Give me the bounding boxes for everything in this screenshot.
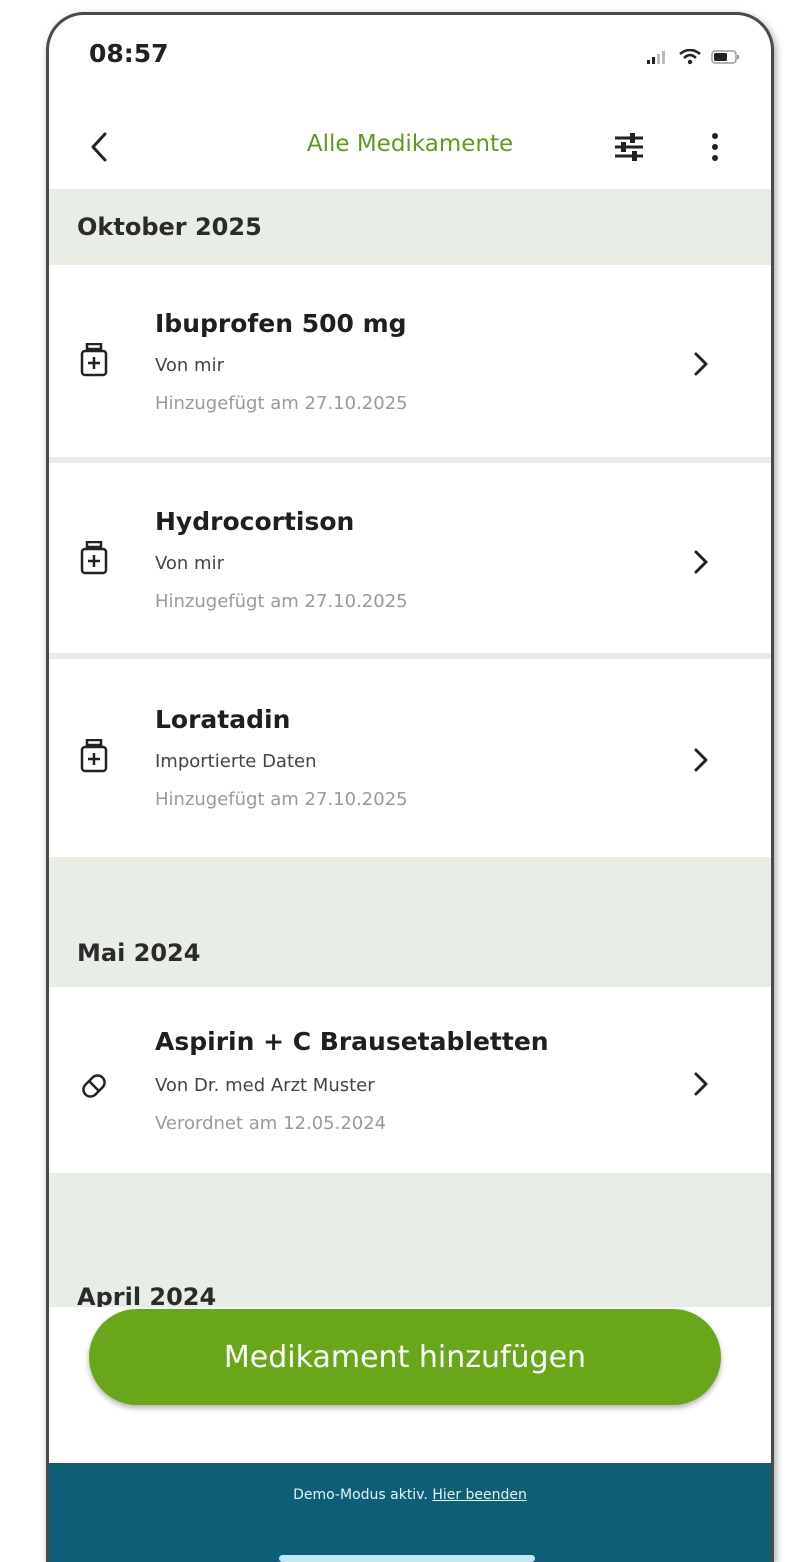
medication-name: Loratadin [155,705,291,734]
page-title: Alle Medikamente [306,131,514,157]
demo-mode-text: Demo-Modus aktiv. Hier beenden [49,1487,771,1503]
status-time: 08:57 [89,39,169,68]
medication-item-hydrocortison[interactable]: Hydrocortison Von mir Hinzugefügt am 27.… [49,463,771,653]
end-demo-link[interactable]: Hier beenden [432,1487,527,1503]
medication-item-ibuprofen[interactable]: Ibuprofen 500 mg Von mir Hinzugefügt am … [49,265,771,457]
medication-source: Von Dr. med Arzt Muster [155,1075,375,1096]
pill-icon [82,1074,106,1098]
medication-source: Importierte Daten [155,751,317,772]
battery-icon [711,50,739,64]
medication-date: Verordnet am 12.05.2024 [155,1113,387,1134]
chevron-right-icon [694,550,708,574]
wifi-icon [679,49,701,65]
medication-item-aspirin[interactable]: Aspirin + C Brausetabletten Von Dr. med … [49,987,771,1173]
medication-name: Hydrocortison [155,507,355,536]
demo-mode-bar: Demo-Modus aktiv. Hier beenden [49,1463,771,1562]
signal-icon [647,51,665,64]
medicine-bottle-icon [80,541,108,575]
medicine-bottle-icon [80,343,108,377]
status-bar: 08:57 [49,15,771,95]
medication-item-loratadin[interactable]: Loratadin Importierte Daten Hinzugefügt … [49,659,771,857]
chevron-right-icon [694,748,708,772]
medication-date: Hinzugefügt am 27.10.2025 [155,393,408,414]
medication-date: Hinzugefügt am 27.10.2025 [155,789,408,810]
medication-date: Hinzugefügt am 27.10.2025 [155,591,408,612]
more-button[interactable] [695,123,735,171]
chevron-right-icon [694,352,708,376]
medication-name: Aspirin + C Brausetabletten [155,1027,549,1056]
add-medication-button[interactable]: Medikament hinzufügen [89,1309,721,1405]
medication-name: Ibuprofen 500 mg [155,309,407,338]
section-header-oktober-2025: Oktober 2025 [77,213,262,241]
section-header-mai-2024: Mai 2024 [77,939,201,967]
chevron-right-icon [694,1072,708,1096]
sliders-icon [615,133,643,161]
section-header-april-2024: April 2024 [77,1283,217,1307]
medicine-bottle-icon [80,739,108,773]
medication-source: Von mir [155,553,224,574]
medication-source: Von mir [155,355,224,376]
bottom-action-area: Medikament hinzufügen [49,1307,771,1463]
app-header: Alle Medikamente [49,105,771,189]
status-icons [647,49,741,65]
medication-list: Oktober 2025 Ibuprofen 500 mg Von mir Hi… [49,189,771,1307]
phone-screen: 08:57 Alle Medikamente Oktober 2025 Ibup… [46,12,774,1562]
filter-button[interactable] [605,123,653,171]
more-vertical-icon [712,133,718,161]
demo-mode-label: Demo-Modus aktiv. [293,1487,428,1503]
